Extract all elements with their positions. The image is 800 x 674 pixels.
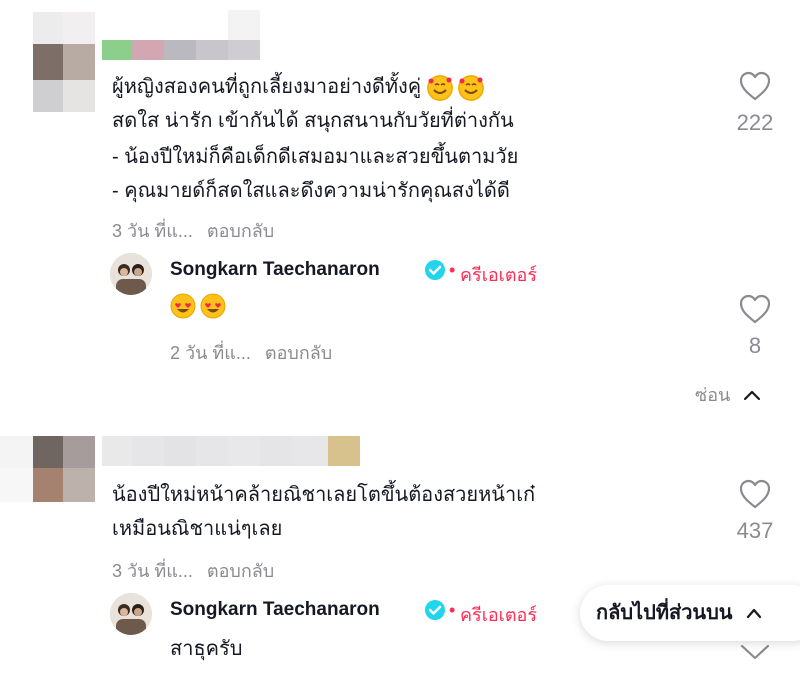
comment-1-line-1: ผู้หญิงสองคนที่ถูกเลี้ยงมาอย่างดีทั้งคู่ [112, 70, 485, 104]
reply-like-button[interactable] [738, 640, 772, 667]
comment-1-line-3: - น้องปีใหม่ก็คือเด็กดีเสมอมาและสวยขึ้นต… [112, 146, 519, 168]
comment-2-meta: 3 วัน ที่แ... ตอบกลับ [112, 556, 274, 585]
creator-badge: ครีเอเตอร์ [460, 265, 537, 285]
like-button[interactable] [715, 478, 795, 515]
like-count: 437 [736, 518, 774, 543]
reply-author-name[interactable]: Songkarn Taechanaron [170, 599, 380, 621]
heart-eyes-emoji-icon [200, 293, 226, 319]
comment-1-line-4: - คุณมายด์ก็สดใสและดึงความน่ารักคุณสงได้… [112, 180, 510, 202]
reply-button[interactable]: ตอบกลับ [207, 561, 274, 581]
heart-icon [739, 294, 771, 324]
reply-button[interactable]: ตอบกลับ [265, 343, 332, 363]
smiling-hearts-emoji-icon [458, 74, 485, 101]
reply-timestamp: 2 วัน ที่แ... [170, 343, 251, 363]
back-to-top-label: กลับไปที่ส่วนบน [596, 602, 733, 624]
chevron-up-icon [746, 608, 762, 619]
hide-replies-label: ซ่อน [695, 385, 731, 405]
comment-2-line-1: น้องปีใหม่หน้าคล้ายณิชาเลยโตขึ้นต้องสวยห… [112, 484, 536, 506]
creator-avatar[interactable] [110, 253, 152, 295]
back-to-top-button[interactable]: กลับไปที่ส่วนบน [580, 585, 800, 641]
reply-1-text [170, 293, 226, 319]
comment-1-line-2: สดใส น่ารัก เข้ากันได้ สนุกสนานกับวัยที่… [112, 110, 514, 132]
chevron-down-icon [740, 644, 770, 660]
comment-1-meta: 3 วัน ที่แ... ตอบกลับ [112, 216, 274, 245]
comment-timestamp: 3 วัน ที่แ... [112, 221, 193, 241]
heart-eyes-emoji-icon [170, 293, 196, 319]
verified-badge-icon [424, 599, 446, 626]
reply-like-count: 8 [748, 333, 762, 358]
reply-1-meta: 2 วัน ที่แ... ตอบกลับ [170, 338, 332, 367]
comment-2-line-2: เหมือนณิชาแน่ๆเลย [112, 518, 283, 540]
reply-button[interactable]: ตอบกลับ [207, 221, 274, 241]
smiling-hearts-emoji-icon [426, 74, 453, 101]
heart-icon [739, 479, 771, 509]
heart-icon [739, 71, 771, 101]
reply-2-text: สาธุครับ [170, 638, 243, 660]
chevron-up-icon [744, 390, 761, 401]
creator-avatar[interactable] [110, 593, 152, 635]
comment-timestamp: 3 วัน ที่แ... [112, 561, 193, 581]
verified-badge-icon [424, 259, 446, 286]
like-count: 222 [736, 110, 774, 135]
reply-like-button[interactable] [715, 293, 795, 330]
separator-dot: • [449, 600, 456, 620]
separator-dot: • [449, 260, 456, 280]
reply-author-name[interactable]: Songkarn Taechanaron [170, 259, 380, 281]
creator-badge: ครีเอเตอร์ [460, 605, 537, 625]
like-button[interactable] [715, 70, 795, 107]
hide-replies-button[interactable]: ซ่อน [695, 380, 761, 409]
